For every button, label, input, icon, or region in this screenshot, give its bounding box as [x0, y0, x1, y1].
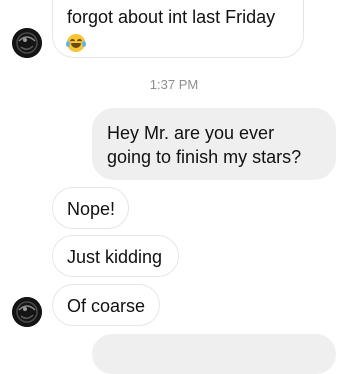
avatar[interactable] — [12, 297, 42, 327]
message-text: Of coarse — [67, 296, 146, 316]
received-message-bubble[interactable]: Just kidding — [52, 235, 179, 277]
message-text: Just kidding — [67, 247, 163, 267]
message-text: Nope! — [67, 199, 116, 219]
timestamp: 1:37 PM — [149, 77, 199, 92]
avatar[interactable] — [12, 28, 42, 58]
message-text: forgot about int last Friday — [67, 7, 276, 27]
received-message-bubble[interactable]: Nope! — [52, 187, 129, 229]
received-message-bubble[interactable]: forgot about int last Friday — [52, 0, 304, 58]
received-message-bubble[interactable]: Of coarse — [52, 284, 160, 326]
sent-message-bubble[interactable] — [92, 334, 336, 374]
sent-message-bubble[interactable]: Hey Mr. are you ever going to finish my … — [92, 108, 336, 180]
tears-of-joy-emoji-icon — [66, 34, 86, 53]
message-text: Hey Mr. are you ever going to finish my … — [107, 123, 302, 167]
